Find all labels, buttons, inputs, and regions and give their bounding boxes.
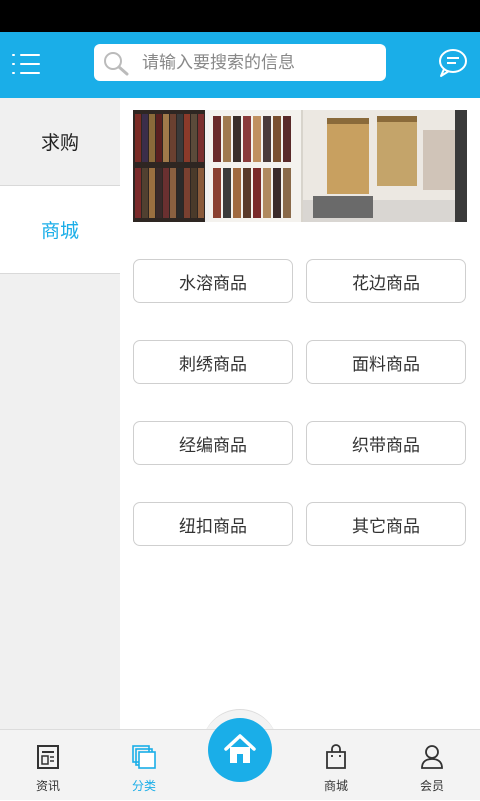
category-label: 织带商品 <box>352 435 420 456</box>
shopping-bag-icon <box>326 744 346 769</box>
category-button-water-soluble[interactable]: 水溶商品 <box>133 259 293 303</box>
category-button-embroidery[interactable]: 刺绣商品 <box>133 340 293 384</box>
nav-item-mall[interactable]: 商城 <box>291 730 381 801</box>
category-button-webbing[interactable]: 织带商品 <box>306 421 466 465</box>
sidebar-item-label: 商城 <box>40 220 79 242</box>
category-button-warp-knit[interactable]: 经编商品 <box>133 421 293 465</box>
category-label: 纽扣商品 <box>179 516 247 537</box>
news-icon <box>37 745 59 769</box>
user-icon <box>421 745 443 769</box>
nav-label: 商城 <box>323 779 348 793</box>
sidebar: 求购 商城 <box>0 98 120 729</box>
nav-label: 资讯 <box>35 779 60 793</box>
category-icon <box>132 745 156 769</box>
category-label: 面料商品 <box>352 354 420 375</box>
category-label: 花边商品 <box>352 273 420 294</box>
category-label: 其它商品 <box>352 516 420 537</box>
banner-image[interactable] <box>133 110 467 222</box>
category-button-other[interactable]: 其它商品 <box>306 502 466 546</box>
category-label: 水溶商品 <box>179 273 247 294</box>
search-icon <box>104 52 129 76</box>
nav-item-member[interactable]: 会员 <box>387 730 477 801</box>
nav-label: 会员 <box>419 779 444 793</box>
menu-button[interactable] <box>12 49 42 79</box>
message-icon[interactable] <box>436 46 470 80</box>
category-button-buttons[interactable]: 纽扣商品 <box>133 502 293 546</box>
nav-item-news[interactable]: 资讯 <box>3 730 93 801</box>
category-button-fabric[interactable]: 面料商品 <box>306 340 466 384</box>
home-button[interactable] <box>208 718 272 782</box>
nav-label: 分类 <box>131 779 156 793</box>
sidebar-item-mall[interactable]: 商城 <box>0 186 120 274</box>
status-bar <box>0 0 480 32</box>
sidebar-item-purchase[interactable]: 求购 <box>0 98 120 186</box>
top-bar <box>0 32 480 98</box>
search-box[interactable] <box>94 44 386 81</box>
category-button-lace[interactable]: 花边商品 <box>306 259 466 303</box>
search-input[interactable] <box>142 44 378 81</box>
nav-item-category[interactable]: 分类 <box>99 730 189 801</box>
category-label: 经编商品 <box>179 435 247 456</box>
home-icon <box>224 734 256 763</box>
category-label: 刺绣商品 <box>179 354 247 375</box>
sidebar-item-label: 求购 <box>40 132 79 154</box>
